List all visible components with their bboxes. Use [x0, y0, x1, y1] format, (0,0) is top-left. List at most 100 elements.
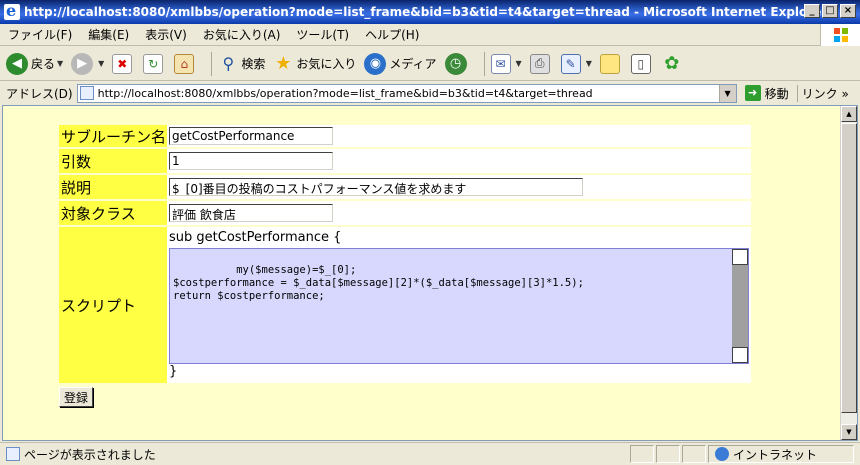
status-text: ページが表示されました [24, 447, 156, 462]
ie-logo-icon [4, 1, 20, 20]
scroll-up-button[interactable]: ▲ [841, 106, 857, 122]
minimize-button[interactable]: _ [804, 4, 820, 18]
intranet-icon [715, 447, 729, 461]
row-target-class: 対象クラス 評価 飲食店 [59, 201, 751, 225]
search-button[interactable]: ⚲ 検索 [218, 54, 265, 74]
textarea-scroll-up-button[interactable] [732, 249, 748, 265]
description-label: 説明 [59, 175, 167, 199]
stop-button[interactable]: ✖ [112, 53, 135, 74]
links-label: リンク [801, 86, 838, 101]
refresh-button[interactable]: ↻ [143, 53, 166, 74]
home-icon: ⌂ [174, 53, 195, 74]
mail-button[interactable]: ✉ ▼ [490, 53, 522, 74]
subroutine-label: サブルーチン名 [59, 125, 167, 147]
zone-label: イントラネット [733, 447, 818, 462]
favorites-button[interactable]: ★ お気に入り [273, 53, 357, 74]
status-message: ページが表示されました [0, 446, 630, 463]
page-icon [79, 86, 94, 100]
script-header: sub getCostPerformance { [169, 230, 342, 245]
stop-icon: ✖ [112, 53, 133, 74]
description-cell: $_[0]番目の投稿のコストパフォーマンス値を求めます [167, 175, 751, 199]
address-label: アドレス(D) [6, 86, 73, 101]
windows-flag-icon [834, 28, 848, 42]
icq-button[interactable]: ✿ [662, 53, 685, 74]
status-pane [630, 445, 654, 463]
mail-dropdown-icon[interactable]: ▼ [516, 59, 522, 68]
print-icon: ⎙ [529, 53, 550, 74]
target-class-input[interactable]: 評価 飲食店 [169, 204, 333, 222]
edit-button[interactable]: ✎ ▼ [560, 53, 592, 74]
args-label: 引数 [59, 149, 167, 173]
status-pane [682, 445, 706, 463]
media-button[interactable]: ◉ メディア [364, 52, 437, 75]
media-label: メディア [389, 57, 437, 71]
script-cell: sub getCostPerformance { my($message)=$_… [167, 227, 751, 383]
refresh-icon: ↻ [143, 53, 164, 74]
row-args: 引数 1 [59, 149, 751, 173]
description-input[interactable]: $_[0]番目の投稿のコストパフォーマンス値を求めます [169, 178, 583, 196]
favorites-label: お気に入り [296, 57, 357, 71]
window-controls: _ □ × [804, 4, 856, 18]
back-arrow-icon: ◀ [6, 52, 28, 75]
script-body: my($message)=$_[0]; $costperformance = $… [173, 264, 584, 302]
submit-button[interactable]: 登録 [59, 387, 94, 407]
close-button[interactable]: × [840, 4, 856, 18]
back-label: 戻る [31, 57, 56, 71]
maximize-button[interactable]: □ [822, 4, 838, 18]
subroutine-cell: getCostPerformance [167, 125, 751, 147]
forward-dropdown-icon[interactable]: ▼ [98, 59, 104, 68]
links-button[interactable]: リンク » [796, 84, 849, 102]
target-class-cell: 評価 飲食店 [167, 201, 751, 225]
textarea-scrollbar[interactable] [732, 249, 748, 363]
address-url: http://localhost:8080/xmlbbs/operation?m… [97, 86, 593, 100]
script-label: スクリプト [59, 227, 167, 383]
script-textarea[interactable]: my($message)=$_[0]; $costperformance = $… [169, 248, 749, 364]
page-done-icon [6, 447, 20, 461]
menu-view[interactable]: 表示(V) [137, 26, 195, 43]
toolbar-separator [483, 51, 485, 76]
go-button[interactable]: ➜ 移動 [744, 85, 789, 102]
flower-icon: ✿ [664, 53, 680, 74]
address-bar: アドレス(D) http://localhost:8080/xmlbbs/ope… [0, 82, 860, 104]
device-icon: ▯ [630, 53, 651, 74]
favorites-star-icon: ★ [275, 53, 292, 74]
print-button[interactable]: ⎙ [529, 53, 553, 74]
history-button[interactable]: ◷ [444, 52, 470, 75]
menu-favorites[interactable]: お気に入り(A) [195, 26, 289, 43]
messenger-button[interactable]: ▯ [630, 53, 654, 74]
back-button[interactable]: ◀ 戻る ▼ [6, 52, 63, 75]
menu-file[interactable]: ファイル(F) [0, 26, 80, 43]
title-bar: http://localhost:8080/xmlbbs/operation?m… [0, 0, 860, 24]
forward-button[interactable]: ▶ ▼ [71, 52, 104, 75]
windows-logo [820, 24, 860, 46]
discuss-button[interactable] [599, 53, 623, 74]
security-zone: イントラネット [708, 445, 854, 463]
forward-arrow-icon: ▶ [71, 52, 94, 75]
target-class-label: 対象クラス [59, 201, 167, 225]
row-description: 説明 $_[0]番目の投稿のコストパフォーマンス値を求めます [59, 175, 751, 199]
menu-bar: ファイル(F) 編集(E) 表示(V) お気に入り(A) ツール(T) ヘルプ(… [0, 24, 860, 46]
scroll-down-button[interactable]: ▼ [841, 424, 857, 440]
history-clock-icon: ◷ [444, 52, 467, 75]
textarea-scroll-down-button[interactable] [732, 347, 748, 363]
page-scrollbar[interactable]: ▲ ▼ [840, 106, 857, 440]
edit-icon: ✎ [560, 53, 581, 74]
row-script: スクリプト sub getCostPerformance { my($messa… [59, 227, 751, 383]
go-arrow-icon: ➜ [744, 85, 761, 101]
address-input[interactable]: http://localhost:8080/xmlbbs/operation?m… [76, 83, 737, 103]
subroutine-input[interactable]: getCostPerformance [169, 127, 333, 145]
menu-tools[interactable]: ツール(T) [288, 26, 357, 43]
args-input[interactable]: 1 [169, 152, 333, 170]
mail-icon: ✉ [490, 53, 511, 74]
menu-help[interactable]: ヘルプ(H) [357, 26, 427, 43]
edit-dropdown-icon[interactable]: ▼ [586, 59, 592, 68]
page-content: サブルーチン名 getCostPerformance 引数 1 説明 $_[0]… [2, 105, 858, 441]
script-footer: } [169, 364, 178, 379]
scroll-thumb[interactable] [841, 123, 857, 413]
toolbar: ◀ 戻る ▼ ▶ ▼ ✖ ↻ ⌂ ⚲ 検索 ★ お気に入り ◉ メディア ◷ ✉… [0, 47, 860, 81]
back-dropdown-icon[interactable]: ▼ [57, 59, 63, 68]
home-button[interactable]: ⌂ [174, 53, 197, 74]
address-dropdown-icon[interactable]: ▼ [718, 84, 736, 102]
row-subroutine: サブルーチン名 getCostPerformance [59, 125, 751, 147]
menu-edit[interactable]: 編集(E) [80, 26, 137, 43]
